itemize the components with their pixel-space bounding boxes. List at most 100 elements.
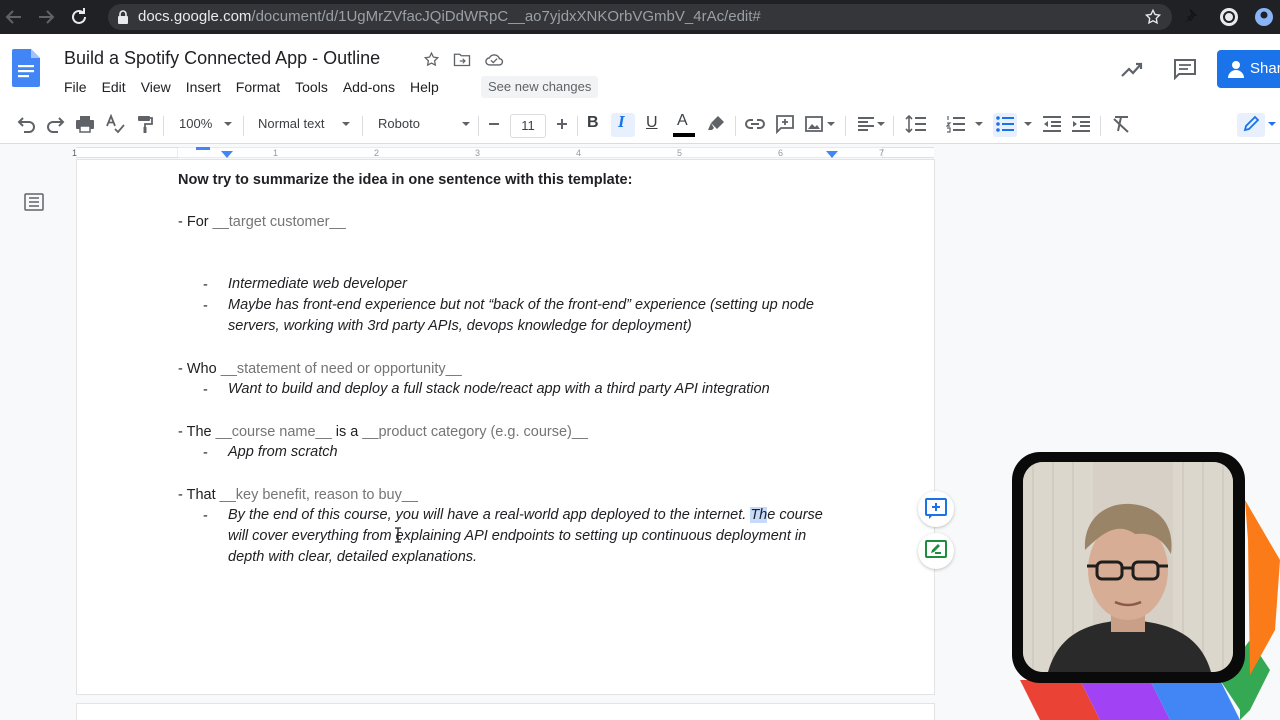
document-outline-icon[interactable]	[24, 193, 44, 211]
comment-history-icon[interactable]	[1173, 58, 1197, 80]
ruler-number: 1	[72, 148, 78, 158]
docs-header: Build a Spotify Connected App - Outline …	[0, 34, 1280, 104]
ruler-text-area	[177, 147, 883, 158]
share-button[interactable]: Share	[1217, 50, 1280, 88]
insert-link-icon[interactable]	[744, 114, 766, 134]
list-item-text: will cover everything from explaining AP…	[228, 528, 807, 544]
menu-bar: File Edit View Insert Format Tools Add-o…	[64, 76, 454, 98]
address-bar[interactable]: docs.google.com/document/d/1UgMrZVfacJQi…	[108, 4, 1172, 30]
redo-icon[interactable]	[45, 114, 67, 134]
see-new-changes-link[interactable]: See new changes	[481, 76, 599, 98]
ruler: 1 1 2 3 4 5 6 7	[0, 144, 1280, 160]
list-item-text: Intermediate web developer	[228, 276, 407, 292]
section-who: - Who __statement of need or opportunity…	[178, 361, 462, 377]
menu-addons[interactable]: Add-ons	[343, 78, 395, 96]
menu-format[interactable]: Format	[236, 78, 280, 96]
decrease-indent-icon[interactable]	[1042, 114, 1062, 134]
stripe-orange	[1245, 500, 1280, 675]
formatting-toolbar: 100% Normal text Roboto 11 B I U A	[0, 104, 1280, 144]
insert-comment-icon[interactable]	[775, 114, 795, 134]
decrease-font-size-icon[interactable]	[486, 114, 502, 134]
clear-formatting-icon[interactable]	[1111, 114, 1131, 134]
line-spacing-icon[interactable]	[905, 114, 927, 134]
numbered-list-caret-icon	[975, 122, 983, 126]
add-comment-button[interactable]	[918, 491, 954, 527]
numbered-list-icon[interactable]	[946, 114, 966, 134]
bold-button[interactable]: B	[587, 114, 599, 132]
browser-chrome: docs.google.com/document/d/1UgMrZVfacJQi…	[0, 0, 1280, 34]
document-page-next	[77, 704, 934, 720]
section-for: - For __target customer__	[178, 214, 346, 230]
zoom-select[interactable]: 100%	[179, 115, 212, 133]
toolbar-divider	[735, 116, 736, 136]
toolbar-divider	[845, 116, 846, 136]
menu-insert[interactable]: Insert	[186, 78, 221, 96]
italic-button[interactable]: I	[618, 113, 625, 131]
paragraph-style-select[interactable]: Normal text	[258, 115, 324, 133]
move-folder-icon[interactable]	[453, 51, 471, 68]
highlight-color-icon[interactable]	[706, 114, 726, 134]
list-item-text: servers, working with 3rd party APIs, de…	[228, 318, 692, 334]
list-bullet: -	[203, 445, 208, 461]
back-icon[interactable]	[2, 5, 26, 29]
webcam-video	[1023, 462, 1233, 672]
toolbar-divider	[243, 116, 244, 136]
toolbar-divider	[893, 116, 894, 136]
reload-icon[interactable]	[67, 5, 91, 29]
list-bullet: -	[203, 298, 208, 314]
undo-icon[interactable]	[15, 114, 37, 134]
underline-button[interactable]: U	[646, 114, 658, 132]
text-selection: Th	[750, 507, 768, 523]
list-item-text: App from scratch	[228, 444, 338, 460]
menu-edit[interactable]: Edit	[102, 78, 126, 96]
extension-pin-icon[interactable]	[1184, 7, 1202, 25]
list-item-text: Want to build and deploy a full stack no…	[228, 381, 770, 397]
right-indent-marker[interactable]	[826, 151, 838, 159]
text-cursor-icon	[394, 527, 402, 543]
increase-indent-icon[interactable]	[1071, 114, 1091, 134]
toolbar-divider	[577, 116, 578, 136]
toolbar-divider	[163, 116, 164, 136]
presenter-video-feed	[1023, 462, 1233, 672]
lock-icon	[116, 9, 130, 25]
text-color-button[interactable]: A	[677, 112, 688, 130]
section-the: - The __course name__ is a __product cat…	[178, 424, 588, 440]
list-bullet: -	[203, 382, 208, 398]
suggest-edits-button[interactable]	[918, 533, 954, 569]
menu-help[interactable]: Help	[410, 78, 439, 96]
spellcheck-icon[interactable]	[105, 114, 125, 134]
list-bullet: -	[203, 277, 208, 293]
font-select[interactable]: Roboto	[378, 115, 420, 133]
align-left-icon[interactable]	[857, 114, 875, 134]
document-title[interactable]: Build a Spotify Connected App - Outline	[64, 47, 380, 69]
editing-mode-pencil-icon[interactable]	[1242, 114, 1260, 134]
menu-view[interactable]: View	[141, 78, 171, 96]
menu-tools[interactable]: Tools	[295, 78, 328, 96]
bulleted-list-icon[interactable]	[995, 114, 1015, 134]
heading-summarize: Now try to summarize the idea in one sen…	[178, 172, 633, 188]
profile-avatar[interactable]	[1254, 7, 1274, 27]
toolbar-divider	[1100, 116, 1101, 136]
print-icon[interactable]	[75, 114, 95, 134]
increase-font-size-icon[interactable]	[554, 114, 570, 134]
person-add-icon	[1227, 59, 1245, 79]
extension-grammar-icon[interactable]	[1219, 7, 1239, 27]
bookmark-star-icon[interactable]	[1144, 8, 1162, 26]
font-size-input[interactable]: 11	[510, 114, 546, 138]
share-label: Share	[1250, 60, 1280, 77]
star-icon[interactable]	[423, 51, 440, 68]
activity-dashboard-icon[interactable]	[1120, 58, 1144, 80]
list-item-text: By the end of this course, you will have…	[228, 507, 823, 523]
docs-logo-icon[interactable]	[12, 49, 40, 87]
menu-file[interactable]: File	[64, 78, 87, 96]
first-line-indent-marker[interactable]	[196, 147, 210, 150]
zoom-caret-icon	[224, 122, 232, 126]
font-caret-icon	[462, 122, 470, 126]
left-indent-marker[interactable]	[221, 151, 233, 159]
cloud-saved-icon[interactable]	[484, 51, 504, 68]
paint-format-icon[interactable]	[135, 114, 155, 134]
forward-icon[interactable]	[34, 5, 58, 29]
insert-image-icon[interactable]	[804, 114, 824, 134]
list-bullet: -	[203, 508, 208, 524]
editing-mode-caret-icon	[1268, 122, 1276, 126]
